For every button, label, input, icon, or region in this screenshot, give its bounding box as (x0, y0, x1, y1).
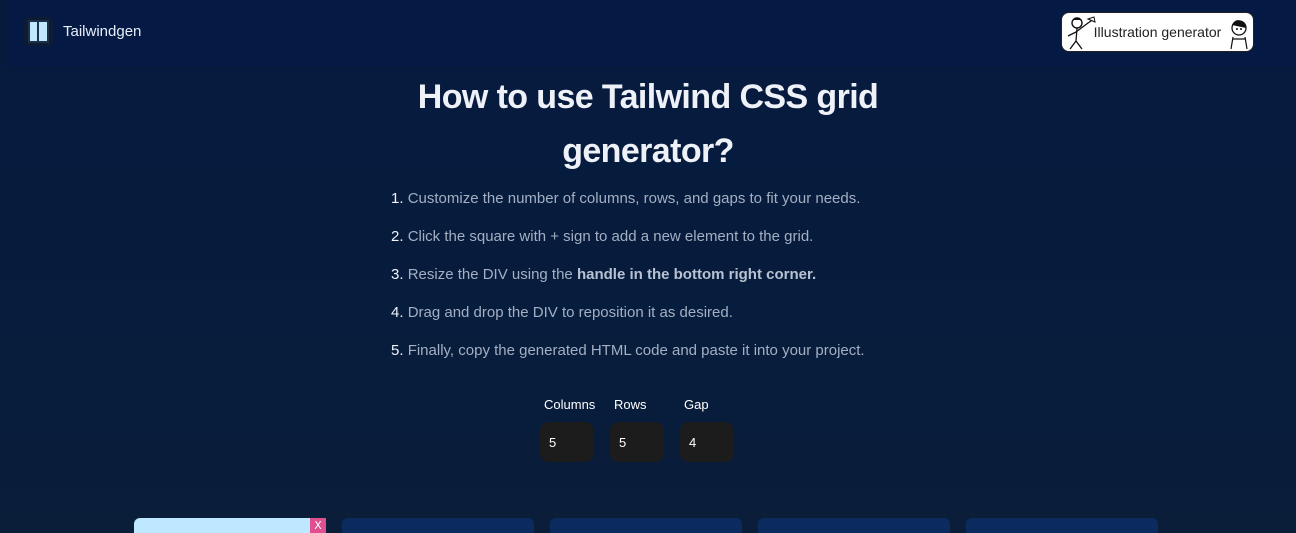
grid-cell[interactable] (342, 518, 534, 533)
doodle-character-right-icon (1230, 20, 1248, 50)
columns-input[interactable] (540, 422, 594, 462)
grid-settings: Columns Rows Gap (540, 397, 740, 462)
instruction-step: 1. Customize the number of columns, rows… (391, 190, 861, 207)
grid-preview: X (134, 518, 1158, 533)
instruction-step: 3. Resize the DIV using the handle in th… (391, 266, 817, 283)
page-title-line-2: generator? (562, 132, 734, 170)
page-title: How to use Tailwind CSS grid generator? (0, 70, 1296, 178)
instruction-step: 2. Click the square with + sign to add a… (391, 228, 814, 245)
page-title-line-1: How to use Tailwind CSS grid (417, 78, 879, 116)
columns-control: Columns (540, 397, 610, 462)
rows-input[interactable] (610, 422, 664, 462)
gap-control: Gap (680, 397, 740, 462)
instruction-emphasis: handle in the bottom right corner. (576, 266, 817, 283)
instructions-list: 1. Customize the number of columns, rows… (391, 189, 951, 379)
instruction-step: 4. Drag and drop the DIV to reposition i… (391, 304, 733, 321)
grid-element[interactable]: X (134, 518, 326, 533)
gap-label: Gap (684, 397, 709, 412)
instruction-step: 5. Finally, copy the generated HTML code… (391, 342, 865, 359)
tailwindgen-logo-icon (24, 17, 53, 46)
gap-input[interactable] (680, 422, 734, 462)
columns-label: Columns (544, 397, 596, 412)
remove-element-button[interactable]: X (310, 518, 326, 533)
brand-link[interactable]: Tailwindgen (24, 17, 141, 46)
doodle-character-left-icon (1067, 16, 1096, 50)
grid-cell[interactable] (966, 518, 1158, 533)
brand-name: Tailwindgen (63, 23, 142, 40)
illustration-generator-button[interactable]: Illustration generator (1061, 12, 1254, 52)
grid-cell[interactable] (550, 518, 742, 533)
rows-label: Rows (614, 397, 647, 412)
illustration-generator-label: Illustration generator (1093, 24, 1222, 40)
grid-cell[interactable] (758, 518, 950, 533)
rows-control: Rows (610, 397, 680, 462)
